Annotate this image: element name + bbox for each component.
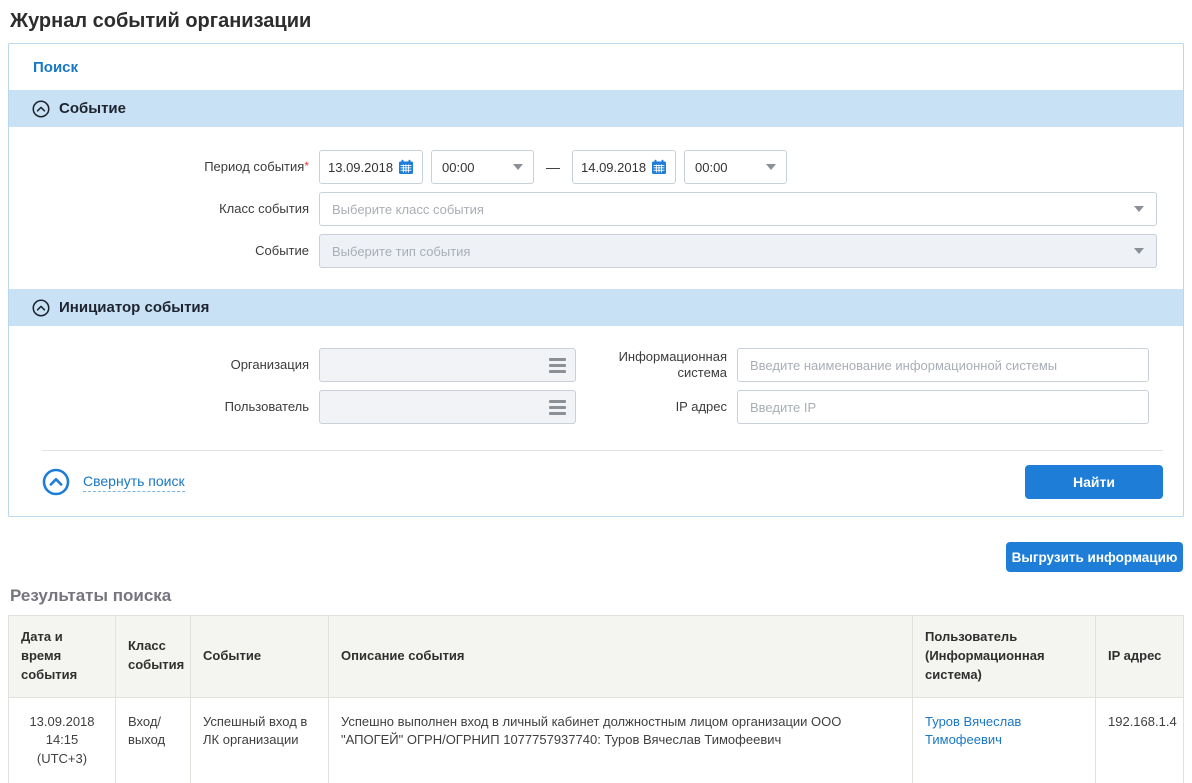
event-log-page: Журнал событий организации Поиск Событие… xyxy=(0,10,1192,783)
cell-event-class: Вход/выход xyxy=(116,697,191,783)
event-section-title: Событие xyxy=(59,100,126,117)
menu-icon[interactable] xyxy=(549,358,566,373)
info-system-label: Информационная система xyxy=(606,349,737,382)
info-system-input[interactable] xyxy=(737,348,1149,382)
collapse-section-icon[interactable] xyxy=(32,299,50,317)
event-type-placeholder: Выберите тип события xyxy=(332,244,470,259)
event-class-row: Класс события Выберите класс события xyxy=(9,192,1183,226)
cell-description: Успешно выполнен вход в личный кабинет д… xyxy=(329,697,913,783)
initiator-right-column: Информационная система IP адрес xyxy=(606,348,1149,424)
organization-label: Организация xyxy=(9,357,319,373)
required-mark: * xyxy=(304,159,309,173)
table-row: 13.09.2018 14:15 (UTC+3) Вход/выход Успе… xyxy=(9,697,1184,783)
event-type-label: Событие xyxy=(9,243,319,259)
chevron-down-icon xyxy=(766,164,776,170)
info-system-row: Информационная система xyxy=(606,348,1149,382)
calendar-icon[interactable] xyxy=(651,159,667,175)
results-table: Дата и время события Класс события Событ… xyxy=(8,615,1184,783)
event-section-form: Период события* 00:00 — xyxy=(9,127,1183,289)
ip-address-row: IP адрес xyxy=(606,390,1149,424)
event-type-select[interactable]: Выберите тип события xyxy=(319,234,1157,268)
column-header-user: Пользователь (Информационная система) xyxy=(913,616,1096,698)
user-row: Пользователь xyxy=(9,390,576,424)
chevron-down-icon xyxy=(1134,248,1144,254)
user-link[interactable]: Туров Вячеслав Тимофеевич xyxy=(925,714,1021,748)
column-header-datetime: Дата и время события xyxy=(9,616,116,698)
cell-user: Туров Вячеслав Тимофеевич xyxy=(913,697,1096,783)
search-panel-footer: Свернуть поиск Найти xyxy=(9,451,1183,516)
period-row: Период события* 00:00 — xyxy=(9,150,1183,184)
ip-address-input[interactable] xyxy=(737,390,1149,424)
initiator-section-title: Инициатор события xyxy=(59,299,209,316)
period-dash: — xyxy=(546,159,560,175)
date-to-field[interactable] xyxy=(572,150,676,184)
calendar-icon[interactable] xyxy=(398,159,414,175)
organization-picker[interactable] xyxy=(319,348,576,382)
event-type-row: Событие Выберите тип события xyxy=(9,234,1183,268)
search-panel-header: Поиск xyxy=(9,44,1183,90)
search-panel-title: Поиск xyxy=(33,59,78,76)
time-from-select[interactable]: 00:00 xyxy=(431,150,534,184)
initiator-section-form: Организация Пользователь Информационная … xyxy=(9,326,1183,450)
user-label: Пользователь xyxy=(9,399,319,415)
collapse-search-control[interactable]: Свернуть поиск xyxy=(42,468,185,496)
export-button[interactable]: Выгрузить информацию xyxy=(1006,542,1183,572)
period-label: Период события* xyxy=(9,159,319,175)
page-title: Журнал событий организации xyxy=(10,10,1192,33)
find-button[interactable]: Найти xyxy=(1025,465,1163,499)
collapse-section-icon[interactable] xyxy=(32,100,50,118)
time-to-select[interactable]: 00:00 xyxy=(684,150,787,184)
event-class-placeholder: Выберите класс события xyxy=(332,202,484,217)
event-class-select[interactable]: Выберите класс события xyxy=(319,192,1157,226)
results-table-header: Дата и время события Класс события Событ… xyxy=(9,616,1184,698)
chevron-down-icon xyxy=(1134,206,1144,212)
date-to-input[interactable] xyxy=(581,160,649,175)
initiator-section-header[interactable]: Инициатор события xyxy=(9,289,1183,326)
cell-event: Успешный вход в ЛК организации xyxy=(191,697,329,783)
user-picker[interactable] xyxy=(319,390,576,424)
collapse-search-link[interactable]: Свернуть поиск xyxy=(83,473,185,492)
event-class-label: Класс события xyxy=(9,201,319,217)
ip-address-label: IP адрес xyxy=(606,399,737,415)
date-from-input[interactable] xyxy=(328,160,396,175)
cell-datetime: 13.09.2018 14:15 (UTC+3) xyxy=(9,697,116,783)
chevron-down-icon xyxy=(513,164,523,170)
menu-icon[interactable] xyxy=(549,400,566,415)
column-header-description: Описание события xyxy=(329,616,913,698)
column-header-ip: IP адрес xyxy=(1096,616,1184,698)
event-section-header[interactable]: Событие xyxy=(9,90,1183,127)
search-panel: Поиск Событие Период события* xyxy=(8,43,1184,517)
column-header-event: Событие xyxy=(191,616,329,698)
collapse-search-icon[interactable] xyxy=(42,468,70,496)
organization-row: Организация xyxy=(9,348,576,382)
results-title: Результаты поиска xyxy=(10,586,1192,606)
date-from-field[interactable] xyxy=(319,150,423,184)
column-header-event-class: Класс события xyxy=(116,616,191,698)
cell-ip: 192.168.1.4 xyxy=(1096,697,1184,783)
initiator-left-column: Организация Пользователь xyxy=(9,348,576,424)
export-row: Выгрузить информацию xyxy=(0,542,1192,572)
